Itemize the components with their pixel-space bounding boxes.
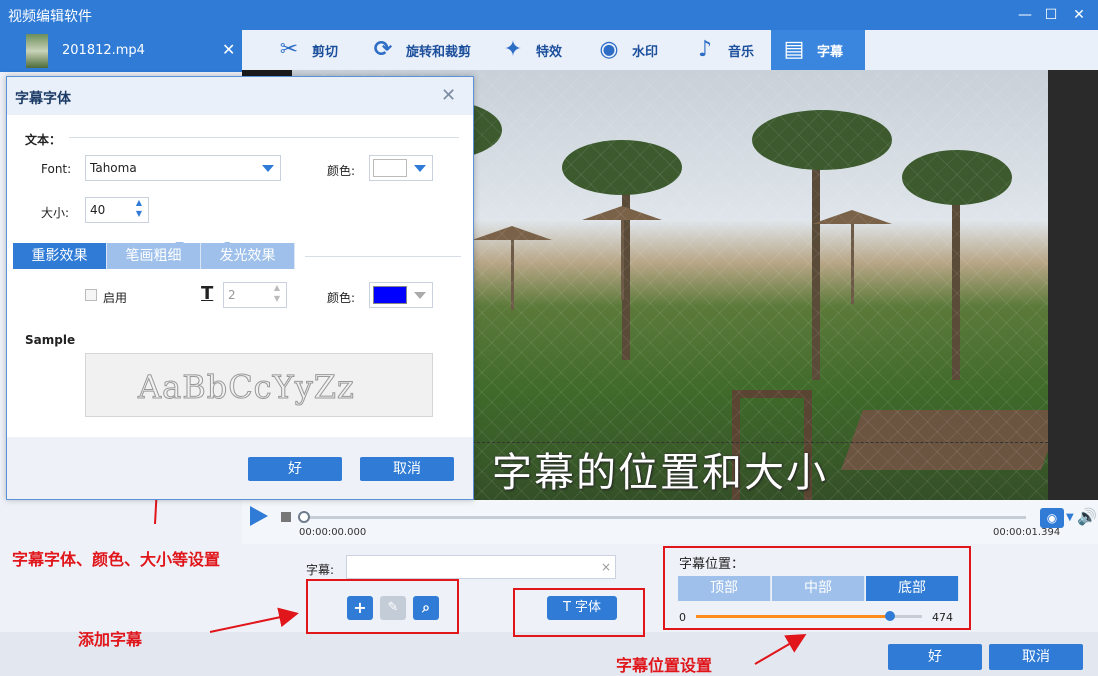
chevron-down-icon [262,165,274,172]
size-label: 大小: [41,206,70,220]
text-color-picker[interactable] [369,155,433,181]
arrow-add-subtitle [209,607,299,633]
text-color-swatch [373,159,407,177]
effect-color-swatch [373,286,407,304]
dialog-ok-button[interactable]: 好 [248,457,342,481]
dialog-cancel-button[interactable]: 取消 [360,457,454,481]
stroke-width-stepper[interactable]: 2 ▲ ▼ [223,282,287,308]
font-select-value: Tahoma [90,161,137,175]
tab-stroke-width[interactable]: 笔画粗细 [107,243,201,269]
arrow-position-settings [754,633,807,665]
dialog-header: 字幕字体 ✕ [7,77,473,115]
stroke-width-icon: T [201,283,214,304]
text-section-label: 文本： [25,133,62,147]
effect-color-picker[interactable] [369,282,433,308]
enable-checkbox[interactable] [85,289,97,301]
tab-shadow-effect[interactable]: 重影效果 [13,243,107,269]
chevron-down-icon [414,165,426,172]
stroke-width-value: 2 [228,288,236,302]
dialog-footer: 好 取消 [7,437,473,499]
font-dialog: 字幕字体 ✕ 文本： Font: Tahoma 颜色: 大小: 40 ▲▼ B … [6,76,474,500]
divider [69,137,459,138]
text-color-label: 颜色: [327,164,356,178]
sample-preview: AaBbCcYyZz [85,353,433,417]
divider [305,256,461,257]
effect-color-label: 颜色: [327,291,356,305]
font-label: Font: [41,162,72,176]
size-value: 40 [90,203,106,217]
sample-text: AaBbCcYyZz [138,368,355,407]
font-select[interactable]: Tahoma [85,155,281,181]
dialog-body: 文本： Font: Tahoma 颜色: 大小: 40 ▲▼ B I U 重影效… [7,115,473,437]
close-icon[interactable]: ✕ [441,85,456,106]
stepper-arrows-icon[interactable]: ▲ ▼ [274,282,280,304]
size-stepper[interactable]: 40 ▲ ▼ [85,197,149,223]
stepper-arrows-icon[interactable]: ▲ ▼ [136,197,142,219]
chevron-down-icon [414,292,426,299]
enable-label: 启用 [103,291,128,305]
sample-label: Sample [25,333,76,347]
dialog-title: 字幕字体 [15,91,71,107]
tab-glow-effect[interactable]: 发光效果 [201,243,295,269]
